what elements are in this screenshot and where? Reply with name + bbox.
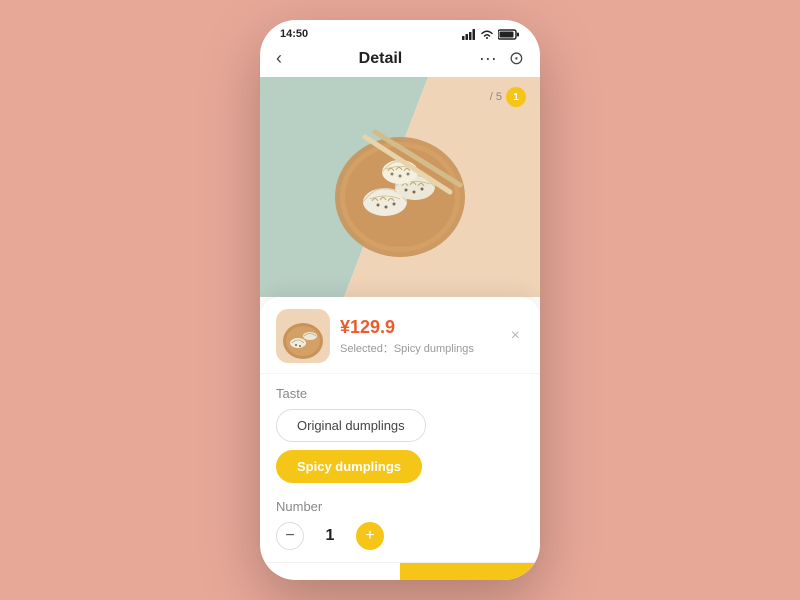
quantity-decrease-button[interactable]: − <box>276 522 304 550</box>
status-bar: 14:50 <box>260 20 540 44</box>
selection-header: ¥129.9 Selected：Spicy dumplings × <box>260 297 540 374</box>
wifi-icon <box>480 29 494 40</box>
taste-option-original[interactable]: Original dumplings <box>276 409 426 442</box>
page-indicator-total: / 5 <box>490 91 502 103</box>
product-image-area: 1 / 5 <box>260 77 540 297</box>
taste-label: Taste <box>276 386 524 401</box>
signal-icon <box>462 29 476 40</box>
quantity-section: Number − 1 + <box>260 491 540 562</box>
quantity-control: − 1 + <box>276 522 524 550</box>
more-button[interactable]: ··· <box>479 48 497 69</box>
action-bar: + Add to Cart Buy now <box>260 562 540 580</box>
product-thumbnail <box>276 309 330 363</box>
selection-info: ¥129.9 Selected：Spicy dumplings <box>340 317 497 356</box>
quantity-label: Number <box>276 499 524 514</box>
selected-value: Spicy dumplings <box>394 343 474 355</box>
location-button[interactable]: ⊙ <box>509 48 524 69</box>
page-indicator-current: 1 <box>506 87 526 107</box>
status-icons <box>462 29 520 40</box>
nav-right: ··· ⊙ <box>479 48 524 69</box>
taste-section: Taste Original dumplings Spicy dumplings <box>260 374 540 491</box>
quantity-value: 1 <box>320 527 340 545</box>
selected-label: Selected：Spicy dumplings <box>340 340 497 356</box>
back-button[interactable]: ‹ <box>276 48 282 69</box>
thumbnail-illustration <box>278 311 328 361</box>
page-title: Detail <box>359 50 403 68</box>
add-to-cart-button[interactable]: + Add to Cart <box>260 563 400 580</box>
status-time: 14:50 <box>280 28 308 40</box>
close-button[interactable]: × <box>507 323 524 349</box>
battery-icon <box>498 29 520 40</box>
nav-bar: ‹ Detail ··· ⊙ <box>260 44 540 77</box>
quantity-increase-button[interactable]: + <box>356 522 384 550</box>
taste-options: Original dumplings Spicy dumplings <box>276 409 524 483</box>
selected-prefix: Selected： <box>340 343 394 355</box>
taste-option-spicy[interactable]: Spicy dumplings <box>276 450 422 483</box>
phone-frame: 14:50 ‹ Detail <box>260 20 540 580</box>
product-illustration <box>320 107 480 267</box>
product-price: ¥129.9 <box>340 317 497 338</box>
buy-now-button[interactable]: Buy now <box>400 563 540 580</box>
bottom-sheet: ¥129.9 Selected：Spicy dumplings × Taste … <box>260 297 540 580</box>
